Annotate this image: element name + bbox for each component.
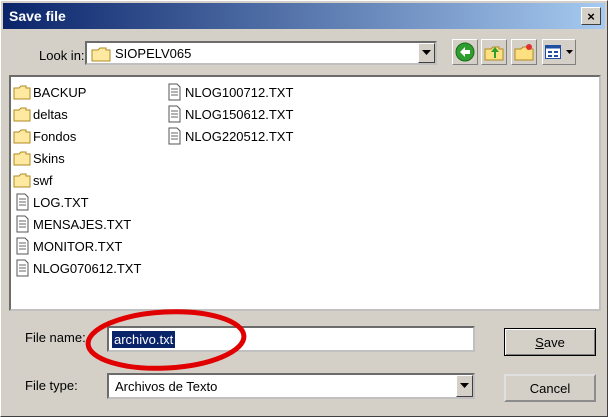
- close-button[interactable]: ×: [581, 7, 601, 25]
- close-icon: ×: [587, 8, 595, 24]
- look-in-label: Look in:: [39, 48, 85, 63]
- text-file-icon: [16, 193, 29, 211]
- look-in-value: SIOPELV065: [115, 46, 192, 61]
- item-label: MENSAJES.TXT: [33, 216, 132, 232]
- title-bar[interactable]: Save file ×: [3, 3, 605, 29]
- folder-item[interactable]: BACKUP: [13, 81, 141, 103]
- file-item[interactable]: LOG.TXT: [13, 191, 141, 213]
- folder-item[interactable]: swf: [13, 169, 141, 191]
- up-folder-icon: [484, 46, 504, 61]
- text-file-icon: [16, 215, 29, 233]
- folder-icon: [13, 85, 31, 100]
- file-column-1: BACKUP deltas Fondos Skins swf LOG.TXT MENSAJE…: [13, 81, 141, 279]
- folder-icon: [13, 129, 31, 144]
- file-type-drop-button[interactable]: [456, 375, 473, 397]
- item-label: MONITOR.TXT: [33, 238, 123, 254]
- save-button-label: Save: [535, 334, 565, 350]
- file-type-label: File type:: [25, 378, 78, 393]
- view-list-icon: [545, 45, 562, 59]
- save-button[interactable]: Save: [504, 328, 596, 356]
- file-type-dropdown[interactable]: Archivos de Texto: [107, 373, 475, 399]
- folder-item[interactable]: Fondos: [13, 125, 141, 147]
- folder-icon: [91, 47, 111, 62]
- item-label: NLOG100712.TXT: [185, 84, 294, 100]
- file-name-value: archivo.txt: [112, 331, 176, 348]
- text-file-icon: [168, 127, 181, 145]
- text-file-icon: [16, 259, 29, 277]
- file-item[interactable]: NLOG150612.TXT: [165, 103, 293, 125]
- folder-icon: [13, 151, 31, 166]
- text-file-icon: [16, 237, 29, 255]
- file-item[interactable]: NLOG070612.TXT: [13, 257, 141, 279]
- new-folder-icon: [514, 44, 534, 61]
- green-back-arrow-icon: [455, 42, 475, 62]
- folder-icon: [13, 107, 31, 122]
- file-list[interactable]: BACKUP deltas Fondos Skins swf LOG.TXT MENSAJE…: [9, 75, 601, 311]
- file-item[interactable]: MENSAJES.TXT: [13, 213, 141, 235]
- folder-icon: [13, 173, 31, 188]
- item-label: NLOG070612.TXT: [33, 260, 142, 276]
- up-folder-button[interactable]: [481, 39, 507, 65]
- look-in-dropdown[interactable]: SIOPELV065: [85, 41, 437, 65]
- item-label: BACKUP: [33, 84, 87, 100]
- item-label: NLOG150612.TXT: [185, 106, 294, 122]
- save-file-dialog: Save file × Look in: SIOPELV065 BACKUP d…: [0, 0, 608, 417]
- cancel-button[interactable]: Cancel: [504, 374, 596, 402]
- item-label: Fondos: [33, 128, 77, 144]
- chevron-down-icon: [460, 383, 469, 388]
- file-type-value: Archivos de Texto: [115, 379, 218, 394]
- item-label: NLOG220512.TXT: [185, 128, 294, 144]
- text-file-icon: [168, 83, 181, 101]
- chevron-down-icon: [422, 50, 431, 55]
- new-folder-button[interactable]: [511, 39, 537, 65]
- item-label: deltas: [33, 106, 68, 122]
- file-name-input[interactable]: archivo.txt: [107, 326, 475, 352]
- item-label: LOG.TXT: [33, 194, 89, 210]
- look-in-drop-button[interactable]: [418, 43, 435, 63]
- folder-item[interactable]: Skins: [13, 147, 141, 169]
- item-label: swf: [33, 172, 53, 188]
- file-item[interactable]: NLOG100712.TXT: [165, 81, 293, 103]
- dialog-title: Save file: [9, 8, 66, 24]
- text-file-icon: [168, 105, 181, 123]
- back-button[interactable]: [452, 39, 478, 65]
- file-name-label: File name:: [25, 330, 86, 345]
- view-menu-button[interactable]: [542, 39, 576, 65]
- file-item[interactable]: NLOG220512.TXT: [165, 125, 293, 147]
- file-column-2: NLOG100712.TXT NLOG150612.TXT NLOG220512.T…: [165, 81, 293, 147]
- chevron-down-icon: [565, 49, 573, 54]
- file-item[interactable]: MONITOR.TXT: [13, 235, 141, 257]
- folder-item[interactable]: deltas: [13, 103, 141, 125]
- item-label: Skins: [33, 150, 65, 166]
- cancel-button-label: Cancel: [529, 380, 571, 396]
